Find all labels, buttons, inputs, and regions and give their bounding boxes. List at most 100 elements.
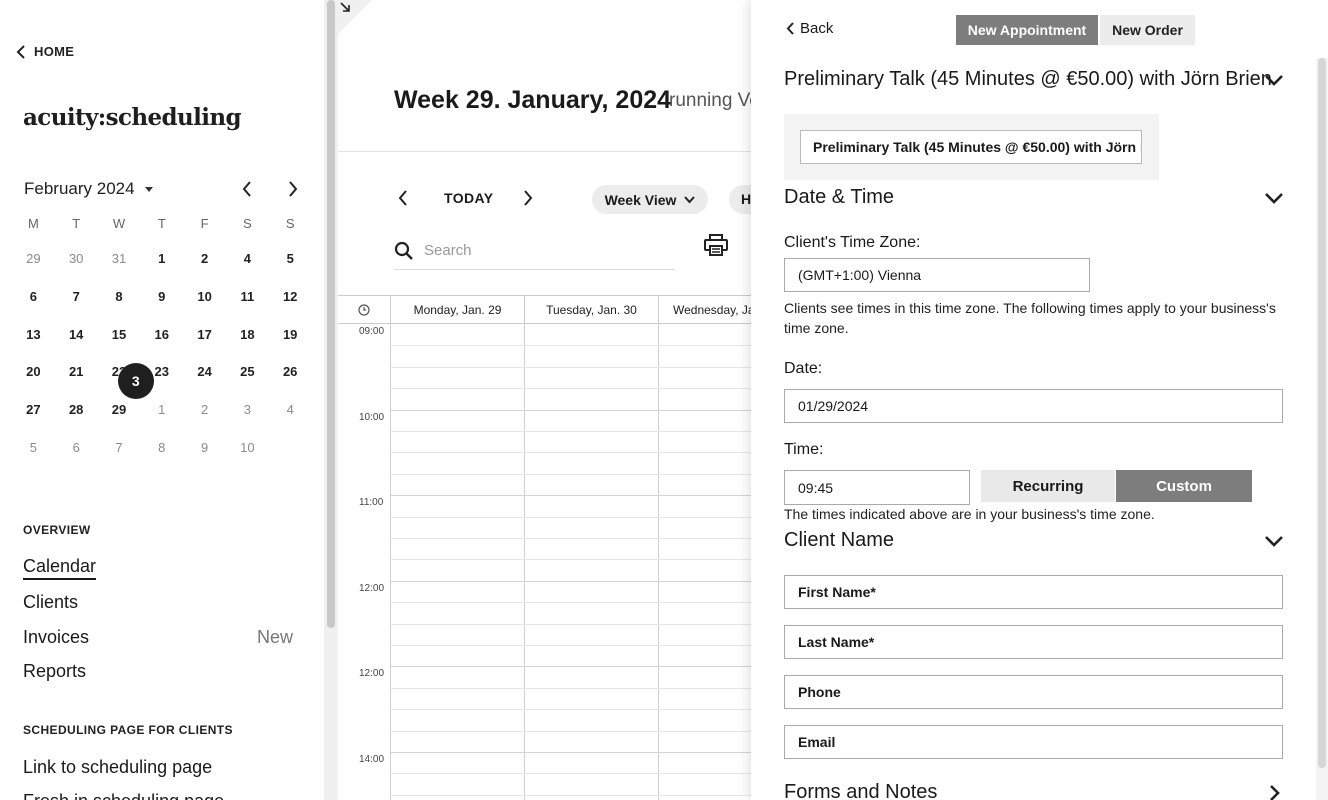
calendar-day[interactable]: 2 xyxy=(183,391,226,429)
sidebar: HOME acuity:scheduling February 2024 M T W… xyxy=(0,0,324,800)
h-pill-button[interactable]: H xyxy=(729,185,751,214)
grid-line xyxy=(390,794,751,796)
calendar-day-number: 29 xyxy=(26,251,41,267)
calendar-day[interactable]: 13 xyxy=(12,315,55,353)
grid-line xyxy=(390,409,751,411)
client-timezone-field[interactable] xyxy=(784,258,1090,292)
prev-week-button[interactable] xyxy=(398,190,412,210)
week-view-dropdown[interactable]: Week View xyxy=(592,185,708,214)
chevron-down-icon[interactable] xyxy=(1263,191,1285,205)
day-column-header-wed[interactable]: Wednesday, Jan. 31 xyxy=(658,296,751,324)
calendar-day[interactable]: 4 xyxy=(269,391,312,429)
grid-line xyxy=(390,623,751,625)
calendar-day[interactable]: 28 xyxy=(55,391,98,429)
nav-clients[interactable]: Clients xyxy=(23,592,78,613)
grid-line xyxy=(390,324,391,800)
sidebar-scrollbar[interactable] xyxy=(324,0,338,800)
next-week-button[interactable] xyxy=(523,190,537,210)
panel-scrollbar-thumb[interactable] xyxy=(1318,58,1326,768)
calendar-day[interactable]: 10 xyxy=(183,278,226,316)
calendar-day[interactable]: 6 xyxy=(12,278,55,316)
back-label: Back xyxy=(800,20,834,37)
calendar-day[interactable]: 9 xyxy=(140,278,183,316)
chevron-right-icon[interactable] xyxy=(1267,783,1281,800)
chevron-right-icon xyxy=(289,181,298,197)
weekday-header: W xyxy=(112,215,126,231)
calendar-day[interactable]: 24 xyxy=(183,353,226,391)
new-appointment-tab[interactable]: New Appointment xyxy=(956,15,1098,45)
day-column-header-mon[interactable]: Monday, Jan. 29 xyxy=(390,296,524,324)
calendar-day[interactable]: 9 xyxy=(183,428,226,466)
chevron-left-icon xyxy=(16,44,25,59)
last-name-field[interactable] xyxy=(784,625,1283,659)
new-order-tab[interactable]: New Order xyxy=(1100,15,1195,45)
calendar-day[interactable]: 19 xyxy=(269,315,312,353)
calendar-day[interactable]: 29 xyxy=(12,240,55,278)
calendar-day[interactable]: 3 xyxy=(226,391,269,429)
prev-month-button[interactable] xyxy=(238,180,256,198)
calendar-day-number: 28 xyxy=(68,402,84,418)
recurring-button[interactable]: Recurring xyxy=(981,470,1115,502)
calendar-day[interactable]: 8 xyxy=(140,428,183,466)
nav-cutoff-item[interactable]: Fresh in scheduling page xyxy=(23,791,224,800)
day-column-header-tue[interactable]: Tuesday, Jan. 30 xyxy=(524,296,658,324)
month-selector[interactable]: February 2024 xyxy=(24,179,153,199)
calendar-day[interactable]: 10 xyxy=(226,428,269,466)
nav-calendar[interactable]: Calendar xyxy=(23,556,97,580)
calendar-day[interactable]: 31 xyxy=(98,240,141,278)
email-field[interactable] xyxy=(784,725,1283,759)
sidebar-scrollbar-thumb[interactable] xyxy=(327,0,335,628)
calendar-day-selected[interactable]: 3 xyxy=(118,362,154,400)
grid-line xyxy=(390,431,751,432)
service-select[interactable]: Preliminary Talk (45 Minutes @ €50.00) w… xyxy=(800,130,1142,164)
print-icon[interactable] xyxy=(704,234,728,256)
calendar-day[interactable]: 7 xyxy=(55,278,98,316)
back-button[interactable]: Back xyxy=(786,20,833,37)
time-field[interactable] xyxy=(784,470,970,505)
date-field[interactable] xyxy=(784,389,1283,423)
calendar-day[interactable]: 17 xyxy=(183,315,226,353)
calendar-day[interactable]: 21 xyxy=(55,353,98,391)
calendar-day[interactable]: 11 xyxy=(226,278,269,316)
calendar-day[interactable]: 8 xyxy=(98,278,141,316)
calendar-day[interactable]: 2 xyxy=(183,240,226,278)
calendar-day[interactable]: 30 xyxy=(55,240,98,278)
custom-button[interactable]: Custom xyxy=(1116,470,1252,502)
calendar-day-number: 4 xyxy=(243,251,251,267)
calendar-day-number: 27 xyxy=(26,402,41,418)
calendar-day[interactable]: 12 xyxy=(269,278,312,316)
calendar-day[interactable]: 7 xyxy=(98,428,141,466)
calendar-day[interactable]: 26 xyxy=(269,353,312,391)
calendar-day[interactable]: 5 xyxy=(269,240,312,278)
calendar-day-number: 6 xyxy=(72,439,80,455)
calendar-day[interactable]: 14 xyxy=(55,315,98,353)
panel-scrollbar[interactable] xyxy=(1316,58,1328,800)
calendar-day[interactable]: 15 xyxy=(98,315,141,353)
first-name-field[interactable] xyxy=(784,575,1283,609)
time-column-header xyxy=(338,296,390,324)
time-label: 14:00 xyxy=(359,754,385,765)
invoices-new-badge: New xyxy=(257,627,294,647)
calendar-day[interactable]: 20 xyxy=(12,353,55,391)
nav-invoices[interactable]: Invoices xyxy=(23,627,89,648)
calendar-day[interactable]: 18 xyxy=(226,315,269,353)
today-button[interactable]: TODAY xyxy=(444,190,493,206)
calendar-day[interactable]: 1 xyxy=(140,240,183,278)
calendar-day[interactable]: 16 xyxy=(140,315,183,353)
calendar-day[interactable]: 5 xyxy=(12,428,55,466)
collapse-arrow-icon[interactable] xyxy=(338,0,372,34)
phone-field[interactable] xyxy=(784,675,1283,709)
calendar-day[interactable]: 27 xyxy=(12,391,55,429)
chevron-down-icon[interactable] xyxy=(1263,534,1285,548)
chevron-down-icon[interactable] xyxy=(1263,73,1285,87)
calendar-day[interactable]: 25 xyxy=(226,353,269,391)
home-link[interactable]: HOME xyxy=(16,44,74,59)
search-input[interactable] xyxy=(424,242,644,259)
divider xyxy=(338,151,751,152)
nav-reports[interactable]: Reports xyxy=(23,661,86,682)
calendar-day[interactable]: 4 xyxy=(226,240,269,278)
calendar-day[interactable]: 6 xyxy=(55,428,98,466)
next-month-button[interactable] xyxy=(284,180,302,198)
nav-link-scheduling[interactable]: Link to scheduling page xyxy=(23,757,212,778)
mini-calendar: February 2024 M T W T F S S 29 30 31 1 2 3 4 5 6 7 8 9 10 11… xyxy=(12,172,314,466)
